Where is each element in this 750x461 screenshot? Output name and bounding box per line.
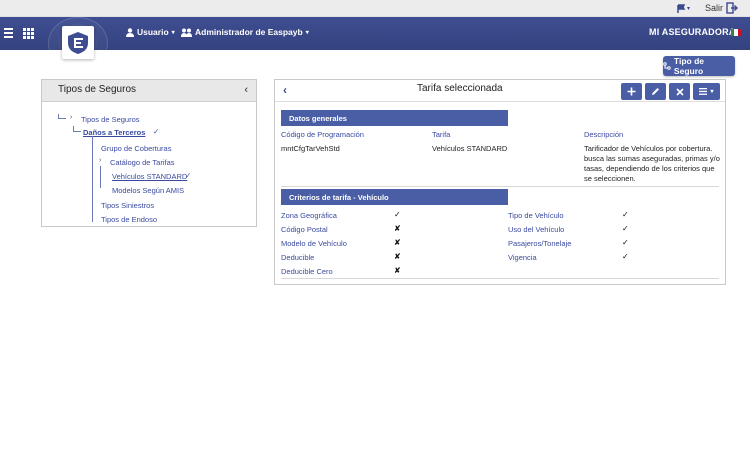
- chevron-right-icon[interactable]: ›: [70, 114, 72, 121]
- tree-item-tipos-de-endoso[interactable]: Tipos de Endoso: [101, 215, 157, 224]
- col-descripcion-label: Descripción: [584, 130, 624, 139]
- tree-item-tipos-de-seguros[interactable]: Tipos de Seguros: [81, 115, 140, 124]
- cross-icon: ✘: [394, 252, 401, 261]
- panel-header: ‹ Tarifa seleccionada ▾: [275, 80, 725, 102]
- admin-menu[interactable]: Administrador de Easpayb ▾: [181, 27, 309, 37]
- tipo-de-seguro-label: Tipo de Seguro: [673, 56, 704, 76]
- tree-item-modelos-segun-amis[interactable]: Modelos Según AMIS: [112, 186, 184, 195]
- col-tarifa-label: Tarifa: [432, 130, 451, 139]
- criterion-label: Deducible Cero: [281, 267, 333, 276]
- flag-menu-button[interactable]: ▾: [676, 2, 694, 15]
- selected-tariff-panel: ‹ Tarifa seleccionada ▾ Datos generales …: [274, 79, 726, 285]
- tree-item-catalogo-de-tarifas[interactable]: Catálogo de Tarifas: [110, 158, 175, 167]
- tree-connector: [100, 166, 101, 188]
- logo-icon: [68, 31, 88, 54]
- options-menu-button[interactable]: ▾: [693, 83, 720, 100]
- main-navbar: Usuario ▾ Administrador de Easpayb ▾ MI …: [0, 17, 750, 69]
- flag-icon: [677, 3, 686, 13]
- add-icon: [627, 87, 636, 96]
- chevron-right-icon[interactable]: ›: [99, 157, 101, 164]
- hamburger-menu-icon[interactable]: [4, 28, 13, 38]
- general-data-header: Datos generales: [281, 110, 508, 126]
- app-logo[interactable]: [62, 26, 94, 59]
- criterion-label: Zona Geográfica: [281, 211, 337, 220]
- tipo-de-seguro-button[interactable]: Tipo de Seguro: [663, 56, 735, 76]
- chevron-down-icon: ▾: [171, 29, 175, 36]
- check-icon: ✓: [622, 238, 629, 247]
- tree-item-vehiculos-standard[interactable]: Vehículos STANDARD: [112, 172, 187, 181]
- edit-icon: [652, 88, 659, 95]
- check-icon: ✓: [394, 210, 401, 219]
- descripcion-value: Tarificador de Vehículos por cobertura. …: [584, 144, 720, 183]
- tree-connector: [58, 114, 66, 119]
- users-group-icon: [181, 28, 192, 37]
- menu-icon: [699, 88, 708, 95]
- panel-title: Tipos de Seguros: [58, 84, 137, 95]
- insurance-types-panel: Tipos de Seguros ‹ › Tipos de Seguros Da…: [41, 79, 257, 227]
- tree-connector: [73, 126, 81, 132]
- logout-link[interactable]: Salir: [705, 3, 723, 13]
- user-menu[interactable]: Usuario ▾: [126, 27, 175, 37]
- panel-title: Tarifa seleccionada: [417, 83, 503, 94]
- user-label: Usuario: [137, 27, 169, 37]
- criterion-label: Uso del Vehículo: [508, 225, 565, 234]
- check-icon: ✓: [153, 127, 160, 136]
- delete-icon: [675, 87, 684, 96]
- user-icon: [126, 27, 134, 37]
- divider: [281, 186, 719, 187]
- back-chevron-icon[interactable]: ‹: [283, 83, 287, 97]
- cross-icon: ✘: [394, 238, 401, 247]
- tree-item-tipos-siniestros[interactable]: Tipos Siniestros: [101, 201, 154, 210]
- cross-icon: ✘: [394, 224, 401, 233]
- divider: [281, 278, 719, 279]
- tree-item-grupo-de-coberturas[interactable]: Grupo de Coberturas: [101, 144, 171, 153]
- chevron-down-icon: ▾: [687, 6, 691, 12]
- mexico-flag-icon: [731, 29, 741, 36]
- check-icon: ✓: [622, 224, 629, 233]
- check-icon: ✓: [622, 252, 629, 261]
- tree-connector: [92, 136, 93, 222]
- criterion-label: Pasajeros/Tonelaje: [508, 239, 572, 248]
- check-icon: ✓: [622, 210, 629, 219]
- utility-bar: ▾ Salir: [0, 0, 750, 17]
- admin-label: Administrador de Easpayb: [195, 27, 303, 37]
- cross-icon: ✘: [394, 266, 401, 275]
- chevron-down-icon: ▾: [305, 29, 309, 36]
- nodes-icon: [663, 62, 671, 70]
- tarifa-value: Vehículos STANDARD: [432, 144, 508, 153]
- chevron-down-icon: ▾: [710, 89, 714, 95]
- criterion-label: Deducible: [281, 253, 315, 262]
- criterion-label: Código Postal: [281, 225, 328, 234]
- codigo-value: mntCfgTarVehStd: [281, 144, 340, 153]
- panel-header: Tipos de Seguros ‹: [42, 80, 256, 102]
- delete-button[interactable]: [669, 83, 690, 100]
- exit-icon[interactable]: [726, 2, 738, 14]
- apps-grid-icon[interactable]: [23, 28, 34, 39]
- collapse-chevron-icon[interactable]: ‹: [244, 84, 248, 96]
- col-codigo-label: Código de Programación: [281, 130, 364, 139]
- edit-button[interactable]: [645, 83, 666, 100]
- criterion-label: Tipo de Vehículo: [508, 211, 564, 220]
- criterion-label: Modelo de Vehículo: [281, 239, 347, 248]
- criteria-header: Criterios de tarifa - Vehículo: [281, 189, 508, 205]
- company-name: MI ASEGURADORA: [649, 27, 736, 37]
- criterion-label: Vigencia: [508, 253, 537, 262]
- check-icon: ✓: [185, 171, 192, 180]
- add-button[interactable]: [621, 83, 642, 100]
